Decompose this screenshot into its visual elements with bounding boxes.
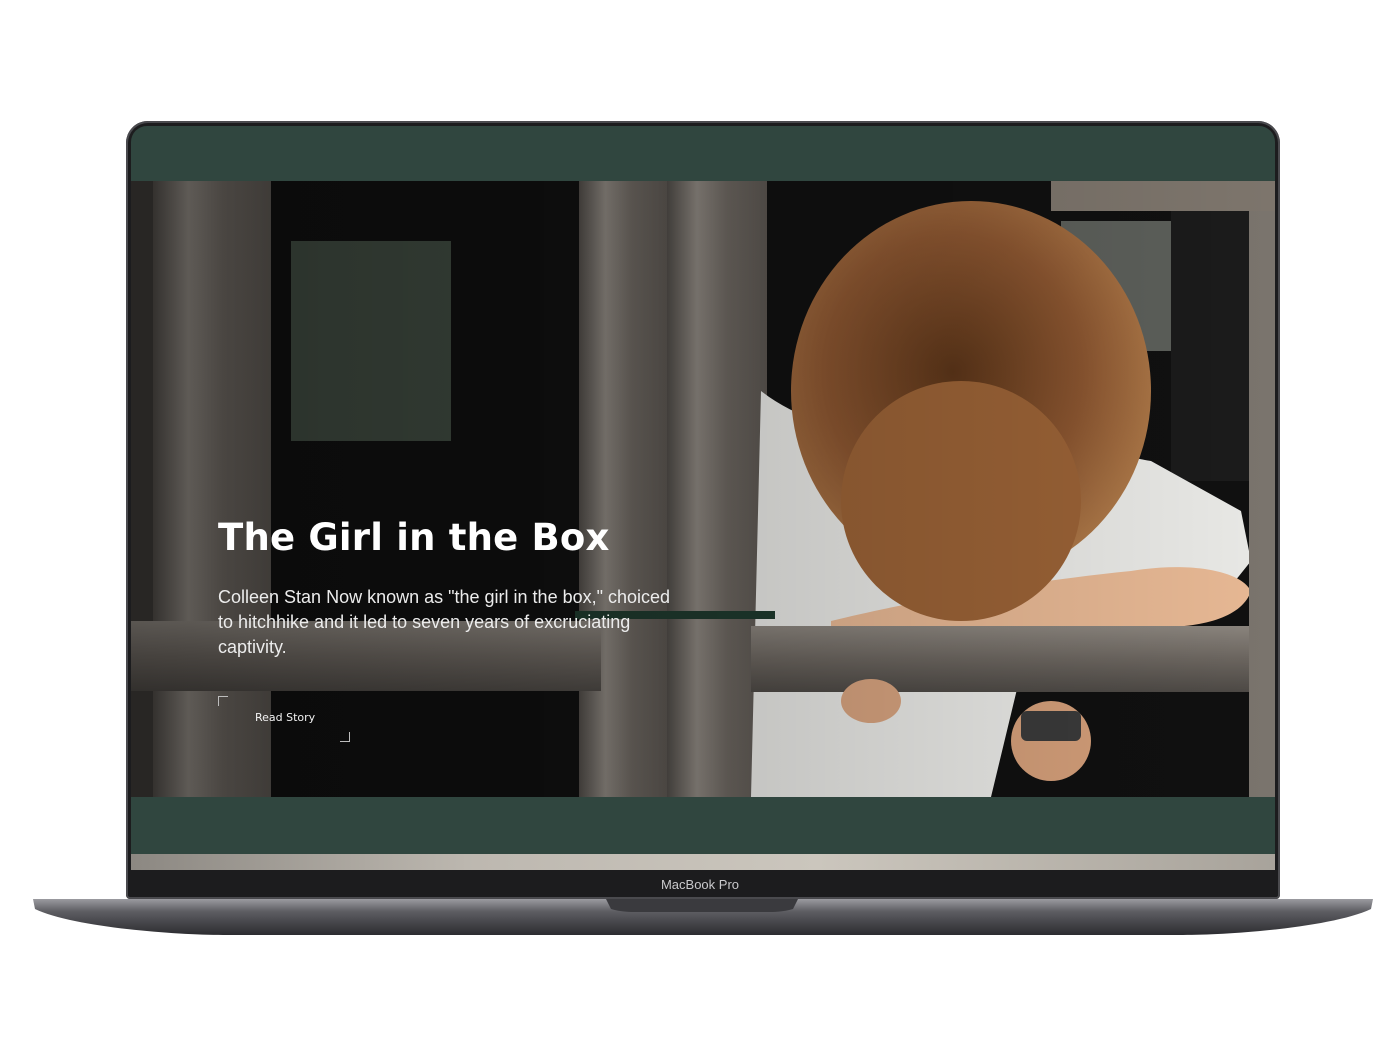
laptop-screen: The Girl in the Box Colleen Stan Now kno… [131, 126, 1275, 870]
read-story-button[interactable]: Read Story [218, 696, 350, 742]
read-story-label: Read Story [255, 711, 316, 724]
hero-description: Colleen Stan Now known as "the girl in t… [218, 587, 671, 657]
hero-title: The Girl in the Box [218, 516, 610, 559]
laptop-base [33, 899, 1373, 935]
device-label: MacBook Pro [660, 877, 740, 892]
corner-top-left [218, 696, 228, 706]
hero-section: The Girl in the Box Colleen Stan Now kno… [131, 181, 1275, 797]
corner-bottom-right [340, 732, 350, 742]
hero-overlay: The Girl in the Box Colleen Stan Now kno… [218, 516, 738, 742]
next-section-preview [131, 854, 1275, 870]
